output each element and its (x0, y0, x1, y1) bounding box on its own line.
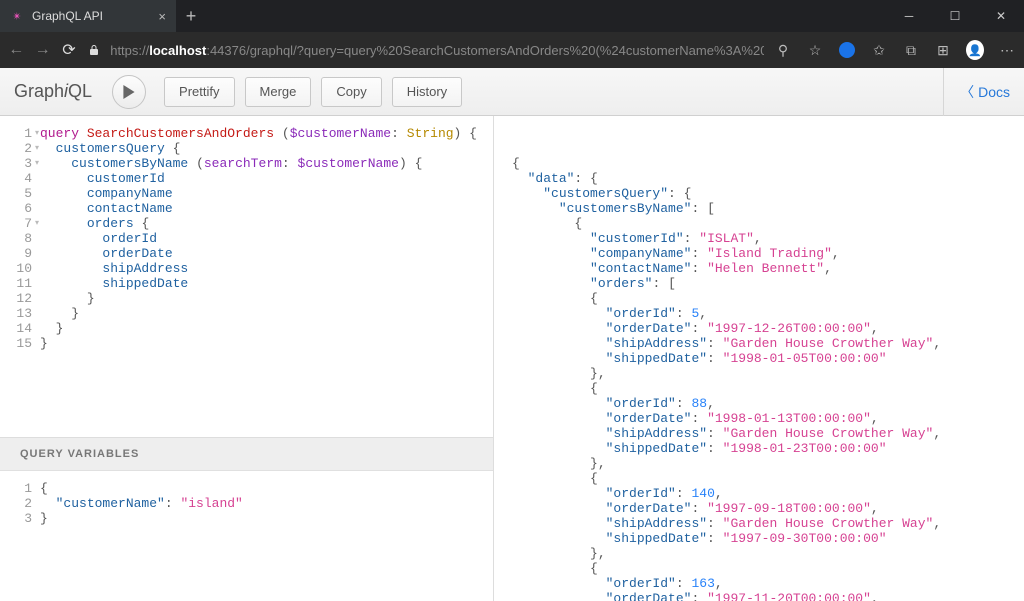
line-number: 2▾ (0, 141, 32, 156)
close-window-icon[interactable]: ✕ (978, 0, 1024, 32)
line-number: 3▾ (0, 156, 32, 171)
lock-icon (87, 42, 100, 58)
line-number: 14 (0, 321, 32, 336)
extensions-icon[interactable]: ⊞ (934, 41, 952, 59)
refresh-icon[interactable]: ⟳ (61, 40, 77, 60)
profile-avatar[interactable]: 👤 (966, 41, 984, 59)
play-icon (122, 85, 136, 99)
forward-icon[interactable]: → (34, 40, 50, 60)
line-number: 11 (0, 276, 32, 291)
tab-title: GraphQL API (32, 9, 150, 23)
variables-editor[interactable]: 123 { "customerName": "island" } (0, 471, 493, 601)
merge-button[interactable]: Merge (245, 77, 312, 107)
minimize-icon[interactable]: ─ (886, 0, 932, 32)
maximize-icon[interactable]: ☐ (932, 0, 978, 32)
copy-button[interactable]: Copy (321, 77, 381, 107)
browser-address-bar: ← → ⟳ https://localhost:44376/graphql/?q… (0, 32, 1024, 68)
line-number: 7▾ (0, 216, 32, 231)
result-viewer[interactable]: { "data": { "customersQuery": { "custome… (494, 116, 1024, 601)
line-number: 1 (0, 481, 32, 496)
url-display[interactable]: https://localhost:44376/graphql/?query=q… (110, 43, 764, 58)
more-icon[interactable]: ⋯ (998, 41, 1016, 59)
query-variables-heading[interactable]: QUERY VARIABLES (0, 438, 493, 471)
line-number: 15 (0, 336, 32, 351)
close-tab-icon[interactable]: × (158, 9, 166, 24)
line-number: 2 (0, 496, 32, 511)
prettify-button[interactable]: Prettify (164, 77, 234, 107)
line-number: 3 (0, 511, 32, 526)
browser-tab[interactable]: ✴ GraphQL API × (0, 0, 176, 32)
line-number: 13 (0, 306, 32, 321)
line-number: 1▾ (0, 126, 32, 141)
line-number: 4 (0, 171, 32, 186)
line-number: 9 (0, 246, 32, 261)
star-icon[interactable]: ☆ (806, 41, 824, 59)
docs-button[interactable]: 〈 Docs (960, 82, 1010, 102)
line-number: 8 (0, 231, 32, 246)
new-tab-button[interactable]: + (176, 0, 206, 32)
back-icon[interactable]: ← (8, 40, 24, 60)
chevron-left-icon: 〈 (960, 82, 974, 102)
search-wand-icon[interactable]: ⚲ (774, 41, 792, 59)
favorites-icon[interactable]: ✩ (870, 41, 888, 59)
line-number: 6 (0, 201, 32, 216)
query-editor[interactable]: 1▾2▾3▾4567▾89101112131415 query SearchCu… (0, 116, 493, 437)
blue-dot-icon[interactable] (838, 41, 856, 59)
collections-icon[interactable]: ⧉ (902, 41, 920, 59)
line-number: 12 (0, 291, 32, 306)
run-query-button[interactable] (112, 75, 146, 109)
graphql-favicon-icon: ✴ (10, 9, 24, 23)
graphiql-logo: GraphiQL (14, 81, 92, 102)
graphiql-toolbar: GraphiQL Prettify Merge Copy History 〈 D… (0, 68, 1024, 116)
line-number: 10 (0, 261, 32, 276)
browser-titlebar: ✴ GraphQL API × + ─ ☐ ✕ (0, 0, 1024, 32)
history-button[interactable]: History (392, 77, 462, 107)
line-number: 5 (0, 186, 32, 201)
